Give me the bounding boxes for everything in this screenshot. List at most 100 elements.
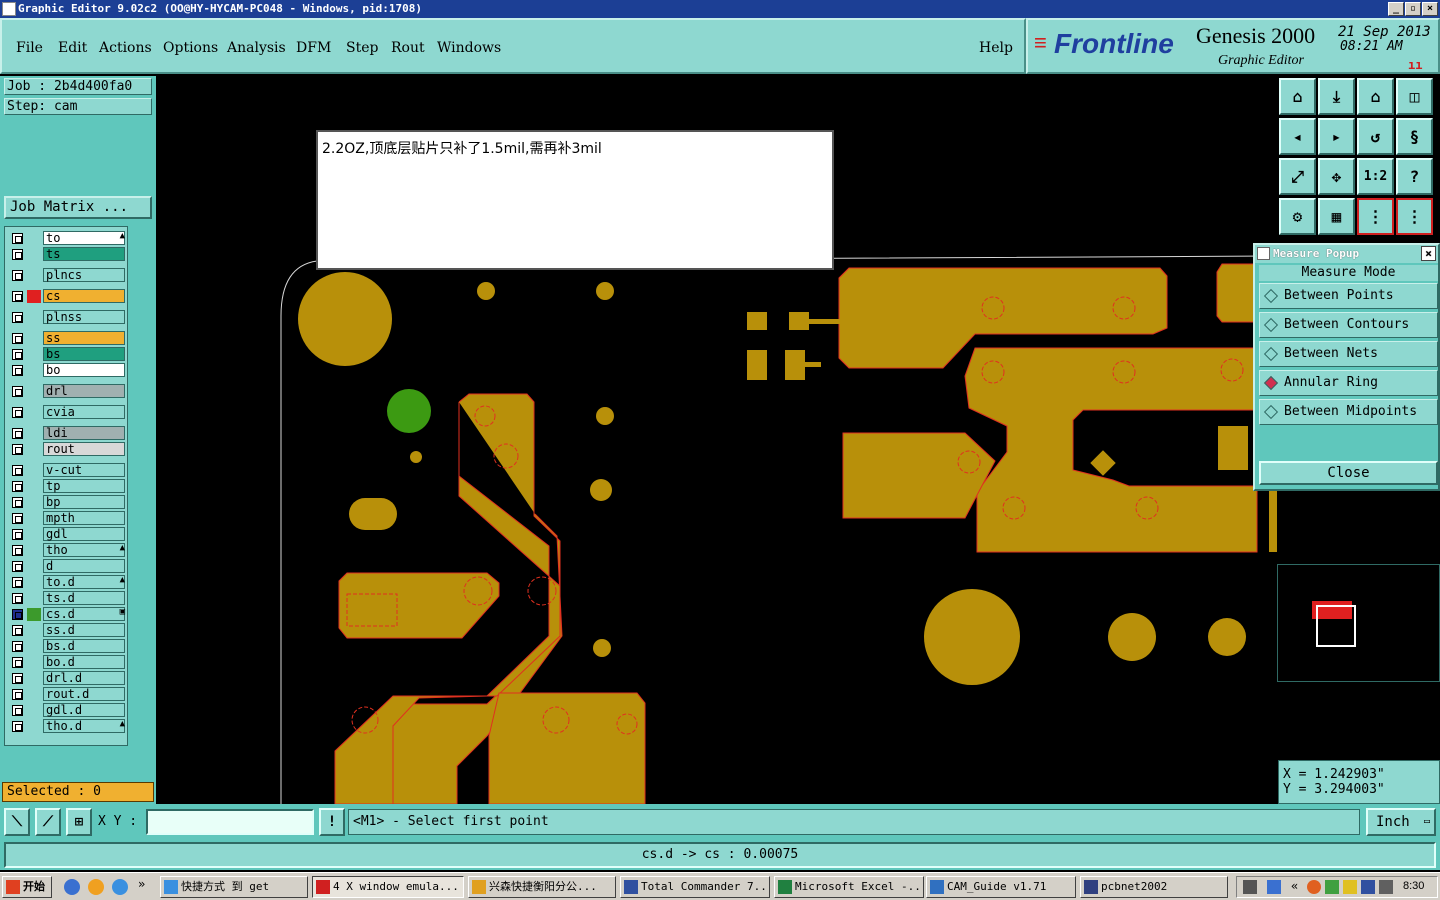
help-icon[interactable]: ? — [1396, 158, 1433, 195]
layer-row-bs[interactable]: bs — [7, 347, 127, 361]
job-matrix-button[interactable]: Job Matrix ... — [4, 196, 152, 219]
taskbar-item[interactable]: 快捷方式 到 get — [160, 876, 308, 898]
layer-row-to-d[interactable]: to.d ▲ — [7, 575, 127, 589]
snap-icon[interactable]: § — [1396, 118, 1433, 155]
layer-row-bo[interactable]: bo — [7, 363, 127, 377]
layer-checkbox[interactable] — [12, 641, 23, 652]
layer-name[interactable]: bp — [43, 495, 125, 509]
alert-icon[interactable]: ! — [319, 808, 345, 836]
layer-row-mpth[interactable]: mpth — [7, 511, 127, 525]
select-tool-icon[interactable]: ⟍ — [4, 808, 30, 836]
layer-name[interactable]: v-cut — [43, 463, 125, 477]
pan-right-icon[interactable]: ▸ — [1318, 118, 1355, 155]
menu-file[interactable]: File — [16, 40, 43, 56]
split-view-icon[interactable]: ◫ — [1396, 78, 1433, 115]
pan-left-icon[interactable]: ◂ — [1279, 118, 1316, 155]
volume-icon[interactable] — [1379, 880, 1393, 894]
layer-checkbox[interactable] — [12, 233, 23, 244]
layer-name[interactable]: bo.d — [43, 655, 125, 669]
layer-name[interactable]: cs.d — [43, 607, 125, 621]
layer-checkbox[interactable] — [12, 349, 23, 360]
layer-checkbox[interactable] — [12, 291, 23, 302]
tray-network-icon[interactable] — [1325, 880, 1339, 894]
layer-name[interactable]: to — [43, 231, 125, 245]
layer-row-bo-d[interactable]: bo.d — [7, 655, 127, 669]
layer-name[interactable]: drl.d — [43, 671, 125, 685]
measure-tool-icon[interactable]: ⟋ — [35, 808, 61, 836]
layer-row-tho-d[interactable]: tho.d ▲ — [7, 719, 127, 733]
layer-checkbox[interactable] — [12, 657, 23, 668]
close-button[interactable]: Close — [1259, 461, 1438, 485]
layer-row-ldi[interactable]: ldi — [7, 426, 127, 440]
layer-name[interactable]: bs — [43, 347, 125, 361]
layer-row-rout-d[interactable]: rout.d — [7, 687, 127, 701]
taskbar-item[interactable]: 兴森快捷衡阳分公... — [468, 876, 616, 898]
layer-name[interactable]: ss — [43, 331, 125, 345]
zoom-home-icon[interactable]: ⌂ — [1279, 78, 1316, 115]
layer-row-bp[interactable]: bp — [7, 495, 127, 509]
measure-option-between-midpoints[interactable]: Between Midpoints — [1259, 399, 1438, 425]
grid-icon[interactable]: ▦ — [1318, 198, 1355, 235]
close-window-button[interactable]: × — [1422, 2, 1438, 16]
quicklaunch-icon[interactable] — [112, 879, 128, 895]
layer-row-ss[interactable]: ss — [7, 331, 127, 345]
layer-checkbox[interactable] — [12, 312, 23, 323]
tray-app-icon[interactable] — [1307, 880, 1321, 894]
layer-row-ts[interactable]: ts — [7, 247, 127, 261]
layer-checkbox[interactable] — [12, 721, 23, 732]
layer-name[interactable]: bo — [43, 363, 125, 377]
menu-edit[interactable]: Edit — [58, 40, 87, 56]
layer-name[interactable]: bs.d — [43, 639, 125, 653]
layer-checkbox[interactable] — [12, 673, 23, 684]
layer-checkbox[interactable] — [12, 593, 23, 604]
layer-name[interactable]: ss.d — [43, 623, 125, 637]
layer-checkbox[interactable] — [12, 625, 23, 636]
layer-row-bs-d[interactable]: bs.d — [7, 639, 127, 653]
menu-rout[interactable]: Rout — [391, 40, 425, 56]
taskbar-item[interactable]: Microsoft Excel -... — [774, 876, 924, 898]
maximize-button[interactable]: ▫ — [1405, 2, 1421, 16]
measure-option-between-points[interactable]: Between Points — [1259, 283, 1438, 309]
menu-actions[interactable]: Actions — [99, 40, 152, 56]
layer-row-drl-d[interactable]: drl.d — [7, 671, 127, 685]
layer-name[interactable]: ts.d — [43, 591, 125, 605]
zoom-fit-icon[interactable]: ⤢ — [1279, 158, 1316, 195]
taskbar-item[interactable]: 4 X window emula... — [312, 876, 464, 898]
layer-row-v-cut[interactable]: v-cut — [7, 463, 127, 477]
tray-display-icon[interactable] — [1361, 880, 1375, 894]
layer-checkbox[interactable] — [12, 428, 23, 439]
layer-row-gdl-d[interactable]: gdl.d — [7, 703, 127, 717]
tray-security-icon[interactable] — [1343, 880, 1357, 894]
help-tray-icon[interactable] — [1267, 880, 1281, 894]
layer-name[interactable]: cvia — [43, 405, 125, 419]
layer-name[interactable]: cs — [43, 289, 125, 303]
layer-checkbox[interactable] — [12, 609, 23, 620]
layer-checkbox[interactable] — [12, 481, 23, 492]
xy-input[interactable] — [146, 809, 314, 835]
window-title-bar[interactable]: Graphic Editor 9.02c2 (OO@HY-HYCAM-PC048… — [0, 0, 1440, 18]
layer-name[interactable]: gdl — [43, 527, 125, 541]
layer-checkbox[interactable] — [12, 545, 23, 556]
layer-row-to[interactable]: to ▲ — [7, 231, 127, 245]
redraw-icon[interactable]: ↺ — [1357, 118, 1394, 155]
layer-checkbox[interactable] — [12, 333, 23, 344]
keyboard-icon[interactable] — [1243, 880, 1257, 894]
layer-checkbox[interactable] — [12, 561, 23, 572]
zoom-down-icon[interactable]: ⤓ — [1318, 78, 1355, 115]
layer-name[interactable]: drl — [43, 384, 125, 398]
overview-map[interactable] — [1277, 564, 1440, 682]
net-select-icon[interactable]: ⋮ — [1396, 198, 1433, 235]
measure-option-between-contours[interactable]: Between Contours — [1259, 312, 1438, 338]
taskbar-item[interactable]: CAM_Guide v1.71 — [926, 876, 1076, 898]
layer-row-drl[interactable]: drl — [7, 384, 127, 398]
minimize-button[interactable]: _ — [1388, 2, 1404, 16]
taskbar-item[interactable]: pcbnet2002 — [1080, 876, 1228, 898]
taskbar-item[interactable]: Total Commander 7... — [620, 876, 770, 898]
layer-row-rout[interactable]: rout — [7, 442, 127, 456]
layer-checkbox[interactable] — [12, 465, 23, 476]
layer-checkbox[interactable] — [12, 689, 23, 700]
layer-checkbox[interactable] — [12, 249, 23, 260]
zoom-center-icon[interactable]: ✥ — [1318, 158, 1355, 195]
layer-name[interactable]: rout.d — [43, 687, 125, 701]
ie-icon[interactable] — [64, 879, 80, 895]
